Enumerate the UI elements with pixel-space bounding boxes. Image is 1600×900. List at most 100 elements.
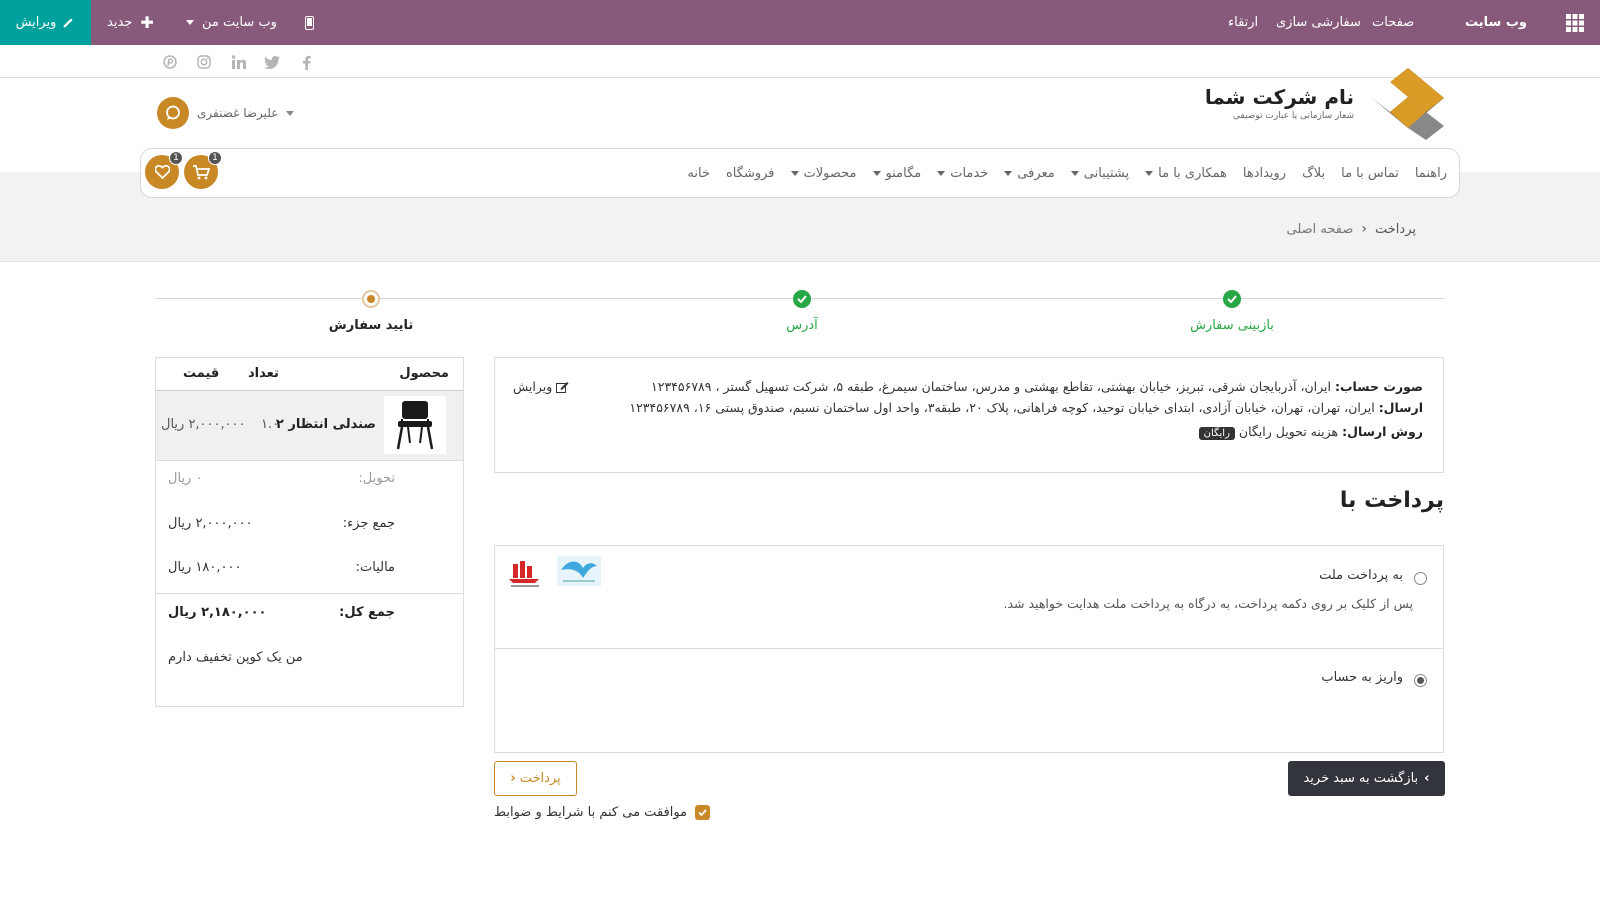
nav-item[interactable]: راهنما xyxy=(1415,166,1447,181)
radio-bank-transfer[interactable] xyxy=(1414,674,1427,687)
nav-item[interactable]: محصولات xyxy=(790,166,857,181)
coupon-link[interactable]: من یک کوپن تخفیف دارم xyxy=(168,650,303,665)
pages-menu[interactable]: صفحات xyxy=(1372,0,1414,45)
nav-item-label: خانه xyxy=(687,165,710,181)
nav-item[interactable]: پشتیبانی xyxy=(1070,166,1129,181)
breadcrumb-home[interactable]: صفحه اصلی xyxy=(1286,222,1353,237)
payment-option-mellat[interactable]: به پرداخت ملت xyxy=(1319,568,1403,583)
chevron-down-icon xyxy=(937,170,946,176)
company-tagline: شعار سازمانی یا عبارت توصیفی xyxy=(1232,111,1354,121)
chevron-left-icon: ‹ xyxy=(1361,221,1367,237)
nav-menu: خانه فروشگاه محصولات مگامنو خدمات معرفی پشتیبا… xyxy=(687,149,1447,197)
chat-icon xyxy=(166,105,180,120)
pages-label: صفحات xyxy=(1372,15,1415,30)
billing-label: صورت حساب: xyxy=(1334,379,1423,394)
chevron-left-icon: ‹ xyxy=(510,771,516,786)
terms-checkbox[interactable] xyxy=(695,805,711,820)
mobile-preview-button[interactable] xyxy=(305,0,314,45)
product-qty: ۱.۰ xyxy=(261,417,280,432)
chevron-down-icon xyxy=(1070,170,1079,176)
pay-button[interactable]: پرداخت ‹ xyxy=(494,761,577,796)
my-website-dropdown[interactable]: وب سایت من xyxy=(186,0,277,45)
check-circle-icon xyxy=(793,290,811,308)
nav-item[interactable]: تماس با ما xyxy=(1341,166,1399,181)
shipping-address: ارسال: ایران، تهران، تهران، خیابان آزادی… xyxy=(629,400,1423,415)
customize-menu[interactable]: سفارشی سازی xyxy=(1276,0,1361,45)
address-card: صورت حساب: ایران، آذربایجان شرقی، تبریز،… xyxy=(494,357,1444,473)
nav-item[interactable]: معرفی xyxy=(1004,165,1055,181)
linkedin-icon[interactable] xyxy=(229,53,247,71)
payment-title: پرداخت با xyxy=(1339,488,1444,513)
tax-label: مالیات: xyxy=(355,560,395,575)
step-address[interactable]: آدرس xyxy=(786,318,818,333)
twitter-icon[interactable] xyxy=(263,53,281,71)
billing-text: ایران، آذربایجان شرقی، تبریز، خیابان بهش… xyxy=(651,379,1331,394)
tax-value: ۱۸۰,۰۰۰ ریال xyxy=(168,560,242,575)
upgrade-menu[interactable]: ارتقاء xyxy=(1228,0,1258,45)
main-navbar: خانه فروشگاه محصولات مگامنو خدمات معرفی پشتیبا… xyxy=(140,148,1460,198)
facebook-icon[interactable] xyxy=(297,53,315,71)
pinterest-icon[interactable] xyxy=(161,53,179,71)
nav-item[interactable]: رویدادها xyxy=(1243,166,1286,181)
nav-item[interactable]: فروشگاه xyxy=(726,166,775,181)
total-value: ۲,۱۸۰,۰۰۰ ریال xyxy=(168,605,267,620)
product-price: ۲,۰۰۰,۰۰۰ ریال xyxy=(161,417,246,432)
nav-item-label: رویدادها xyxy=(1242,165,1287,181)
subtotal-value: ۲,۰۰۰,۰۰۰ ریال xyxy=(168,516,253,531)
company-logo[interactable] xyxy=(1366,66,1448,142)
apps-menu-button[interactable] xyxy=(1566,0,1584,45)
company-name: نام شرکت شما xyxy=(1204,85,1354,109)
nav-item[interactable]: بلاگ xyxy=(1302,166,1325,181)
user-menu[interactable]: علیرضا غضنفری xyxy=(157,97,295,129)
edit-address-label: ویرایش xyxy=(513,379,553,394)
nav-item[interactable]: خدمات xyxy=(937,166,988,181)
terms-label[interactable]: موافقت می کنم با شرایط و ضوابط xyxy=(494,805,687,820)
company-name-block: نام شرکت شما شعار سازمانی یا عبارت توصیف… xyxy=(1205,84,1354,122)
chevron-down-icon xyxy=(1145,170,1154,176)
nav-item[interactable]: خانه xyxy=(687,166,710,181)
billing-address: صورت حساب: ایران، آذربایجان شرقی، تبریز،… xyxy=(651,379,1423,394)
nav-item-label: همکاری با ما xyxy=(1158,165,1227,181)
upgrade-label: ارتقاء xyxy=(1228,15,1259,30)
divider xyxy=(495,648,1443,649)
back-to-cart-button[interactable]: › بازگشت به سبد خرید xyxy=(1288,761,1445,796)
check-icon xyxy=(698,809,707,816)
chevron-down-icon xyxy=(186,20,194,25)
wishlist-button[interactable]: 1 xyxy=(145,151,183,189)
method-label: روش ارسال: xyxy=(1342,424,1423,439)
step-confirm: تایید سفارش xyxy=(328,318,414,333)
grid-icon xyxy=(1566,13,1584,32)
payment-option-bank-transfer[interactable]: واریز به حساب xyxy=(1321,670,1403,685)
avatar xyxy=(157,97,189,129)
edit-button[interactable]: ویرایش xyxy=(0,0,91,45)
free-badge: رایگان xyxy=(1198,427,1235,440)
check-circle-icon xyxy=(1223,290,1241,308)
total-row: جمع کل: ۲,۱۸۰,۰۰۰ ریال xyxy=(156,605,463,625)
instagram-icon[interactable] xyxy=(195,53,213,71)
product-thumbnail[interactable] xyxy=(384,396,446,454)
step-review[interactable]: بازبینی سفارش xyxy=(1190,318,1274,333)
delivery-value: ۰ ریال xyxy=(168,471,203,486)
radio-mellat[interactable] xyxy=(1414,572,1427,585)
current-step-icon xyxy=(362,290,380,308)
payment-methods: به پرداخت ملت پس از کلیک بر روی دکمه پرد… xyxy=(494,545,1444,753)
wishlist-count-badge: 1 xyxy=(169,151,183,165)
chevron-down-icon xyxy=(286,110,295,116)
nav-item-label: مگامنو xyxy=(885,165,922,181)
nav-item[interactable]: مگامنو xyxy=(872,165,922,181)
terms-row: موافقت می کنم با شرایط و ضوابط xyxy=(494,805,711,820)
new-button[interactable]: جدید ✚ xyxy=(107,0,154,45)
admin-bar: ویرایش جدید ✚ وب سایت من ارتقاء سفارشی س… xyxy=(0,0,1600,45)
plus-icon: ✚ xyxy=(140,13,154,32)
nav-item-label: معرفی xyxy=(1017,165,1055,181)
col-qty: تعداد xyxy=(248,366,279,381)
cart-button[interactable]: 1 xyxy=(184,151,222,189)
subtotal-row: جمع جزء: ۲,۰۰۰,۰۰۰ ریال xyxy=(156,516,463,536)
mellat-logo-icon xyxy=(507,560,543,590)
product-name[interactable]: صندلی انتظار ۲ xyxy=(276,417,376,432)
edit-address-link[interactable]: ویرایش xyxy=(513,379,569,394)
nav-item[interactable]: همکاری با ما xyxy=(1145,166,1227,181)
shipping-text: ایران، تهران، تهران، خیابان آزادی، ابتدا… xyxy=(629,400,1375,415)
site-title: وب سایت xyxy=(1465,15,1527,30)
chair-icon xyxy=(396,401,434,450)
